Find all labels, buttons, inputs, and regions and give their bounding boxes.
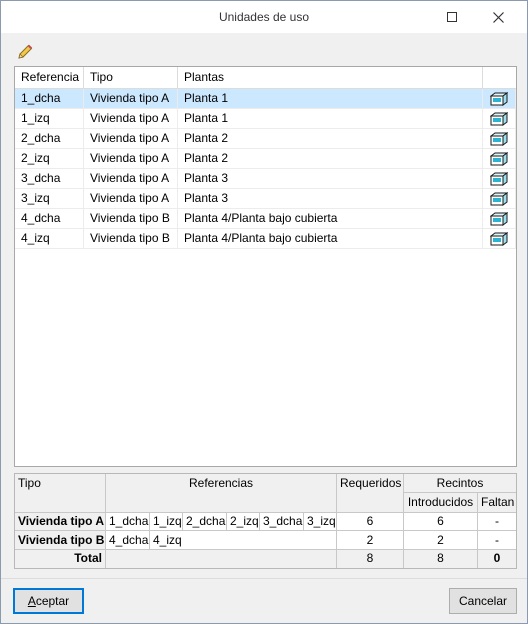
summary-header-introducidos: Introducidos xyxy=(404,493,478,513)
row-edit-cell[interactable] xyxy=(483,189,516,208)
table-row[interactable]: 3_dcha Vivienda tipo A Planta 3 xyxy=(15,169,516,189)
units-grid[interactable]: Referencia Tipo Plantas 1_dcha Vivienda t… xyxy=(14,66,517,467)
summary-ref-cell: 3_izq xyxy=(304,513,337,531)
column-header-referencia[interactable]: Referencia xyxy=(15,67,84,88)
summary-ref-cell: 3_dcha xyxy=(260,513,304,531)
row-referencia: 4_izq xyxy=(15,229,84,248)
room-box-icon[interactable] xyxy=(490,131,508,146)
table-row[interactable]: 1_dcha Vivienda tipo A Planta 1 xyxy=(15,89,516,109)
dialog-window: Unidades de uso Referencia Tipo Plantas … xyxy=(0,0,528,624)
column-header-plantas[interactable]: Plantas xyxy=(178,67,483,88)
summary-total-label: Total xyxy=(15,550,106,568)
title-bar: Unidades de uso xyxy=(1,1,527,33)
summary-requeridos-value: 2 xyxy=(337,531,404,550)
summary-ref-cell: 2_dcha xyxy=(183,513,227,531)
close-button[interactable] xyxy=(475,1,521,33)
row-tipo: Vivienda tipo B xyxy=(84,209,178,228)
row-plantas: Planta 4/Planta bajo cubierta xyxy=(178,209,483,228)
row-tipo: Vivienda tipo B xyxy=(84,229,178,248)
row-edit-cell[interactable] xyxy=(483,149,516,168)
grid-header: Referencia Tipo Plantas xyxy=(15,67,516,89)
summary-total-introducidos: 8 xyxy=(404,550,478,568)
column-header-edit xyxy=(483,67,516,88)
table-row[interactable]: 3_izq Vivienda tipo A Planta 3 xyxy=(15,189,516,209)
table-row[interactable]: 2_izq Vivienda tipo A Planta 2 xyxy=(15,149,516,169)
summary-header-faltan: Faltan xyxy=(478,493,516,513)
pencil-icon[interactable] xyxy=(16,43,34,61)
summary-introducidos-value: 2 xyxy=(404,531,478,550)
summary-header-recintos: Recintos xyxy=(404,474,516,493)
table-row[interactable]: 1_izq Vivienda tipo A Planta 1 xyxy=(15,109,516,129)
room-box-icon[interactable] xyxy=(490,191,508,206)
close-icon xyxy=(492,11,504,23)
summary-row-tipo: Vivienda tipo B xyxy=(15,531,106,550)
row-referencia: 2_izq xyxy=(15,149,84,168)
room-box-icon[interactable] xyxy=(490,211,508,226)
row-edit-cell[interactable] xyxy=(483,169,516,188)
summary-faltan-value: - xyxy=(478,513,516,531)
summary-table: Tipo Referencias Requeridos Recintos Int… xyxy=(14,473,517,569)
summary-total-faltan: 0 xyxy=(478,550,516,568)
row-tipo: Vivienda tipo A xyxy=(84,149,178,168)
summary-header-tipo: Tipo xyxy=(15,474,106,513)
accept-mnemonic: A xyxy=(27,594,36,608)
summary-introducidos-value: 6 xyxy=(404,513,478,531)
row-plantas: Planta 2 xyxy=(178,149,483,168)
row-plantas: Planta 1 xyxy=(178,109,483,128)
column-header-tipo[interactable]: Tipo xyxy=(84,67,178,88)
summary-requeridos-value: 6 xyxy=(337,513,404,531)
row-referencia: 4_dcha xyxy=(15,209,84,228)
row-edit-cell[interactable] xyxy=(483,229,516,248)
footer-divider xyxy=(1,578,527,579)
room-box-icon[interactable] xyxy=(490,231,508,246)
row-referencia: 3_izq xyxy=(15,189,84,208)
row-tipo: Vivienda tipo A xyxy=(84,89,178,108)
summary-faltan-value: - xyxy=(478,531,516,550)
row-plantas: Planta 4/Planta bajo cubierta xyxy=(178,229,483,248)
row-edit-cell[interactable] xyxy=(483,209,516,228)
row-tipo: Vivienda tipo A xyxy=(84,109,178,128)
summary-ref-cell: 2_izq xyxy=(227,513,260,531)
summary-total-requeridos: 8 xyxy=(337,550,404,568)
row-tipo: Vivienda tipo A xyxy=(84,129,178,148)
row-referencia: 1_dcha xyxy=(15,89,84,108)
summary-row-tipo: Vivienda tipo A xyxy=(15,513,106,531)
row-tipo: Vivienda tipo A xyxy=(84,169,178,188)
row-edit-cell[interactable] xyxy=(483,89,516,108)
accept-button[interactable]: Aceptar xyxy=(13,588,84,614)
summary-ref-cell: 1_dcha xyxy=(106,513,150,531)
table-row[interactable]: 4_izq Vivienda tipo B Planta 4/Planta bajo… xyxy=(15,229,516,249)
room-box-icon[interactable] xyxy=(490,91,508,106)
row-plantas: Planta 3 xyxy=(178,169,483,188)
row-edit-cell[interactable] xyxy=(483,109,516,128)
row-tipo: Vivienda tipo A xyxy=(84,189,178,208)
summary-ref-cell: 4_dcha xyxy=(106,531,150,550)
maximize-icon xyxy=(447,12,457,22)
row-referencia: 1_izq xyxy=(15,109,84,128)
room-box-icon[interactable] xyxy=(490,111,508,126)
summary-ref-cell: 1_izq xyxy=(150,513,183,531)
summary-ref-cell: 4_izq xyxy=(150,531,337,550)
row-plantas: Planta 1 xyxy=(178,89,483,108)
summary-header-referencias: Referencias xyxy=(106,474,337,513)
table-row[interactable]: 2_dcha Vivienda tipo A Planta 2 xyxy=(15,129,516,149)
row-plantas: Planta 3 xyxy=(178,189,483,208)
room-box-icon[interactable] xyxy=(490,171,508,186)
table-row[interactable]: 4_dcha Vivienda tipo B Planta 4/Planta baj… xyxy=(15,209,516,229)
cancel-button[interactable]: Cancelar xyxy=(449,588,517,614)
row-referencia: 3_dcha xyxy=(15,169,84,188)
room-box-icon[interactable] xyxy=(490,151,508,166)
summary-total-refs xyxy=(106,550,337,568)
row-referencia: 2_dcha xyxy=(15,129,84,148)
summary-header-requeridos: Requeridos xyxy=(337,474,404,513)
accept-label: ceptar xyxy=(35,594,70,608)
maximize-button[interactable] xyxy=(429,1,475,33)
row-edit-cell[interactable] xyxy=(483,129,516,148)
row-plantas: Planta 2 xyxy=(178,129,483,148)
